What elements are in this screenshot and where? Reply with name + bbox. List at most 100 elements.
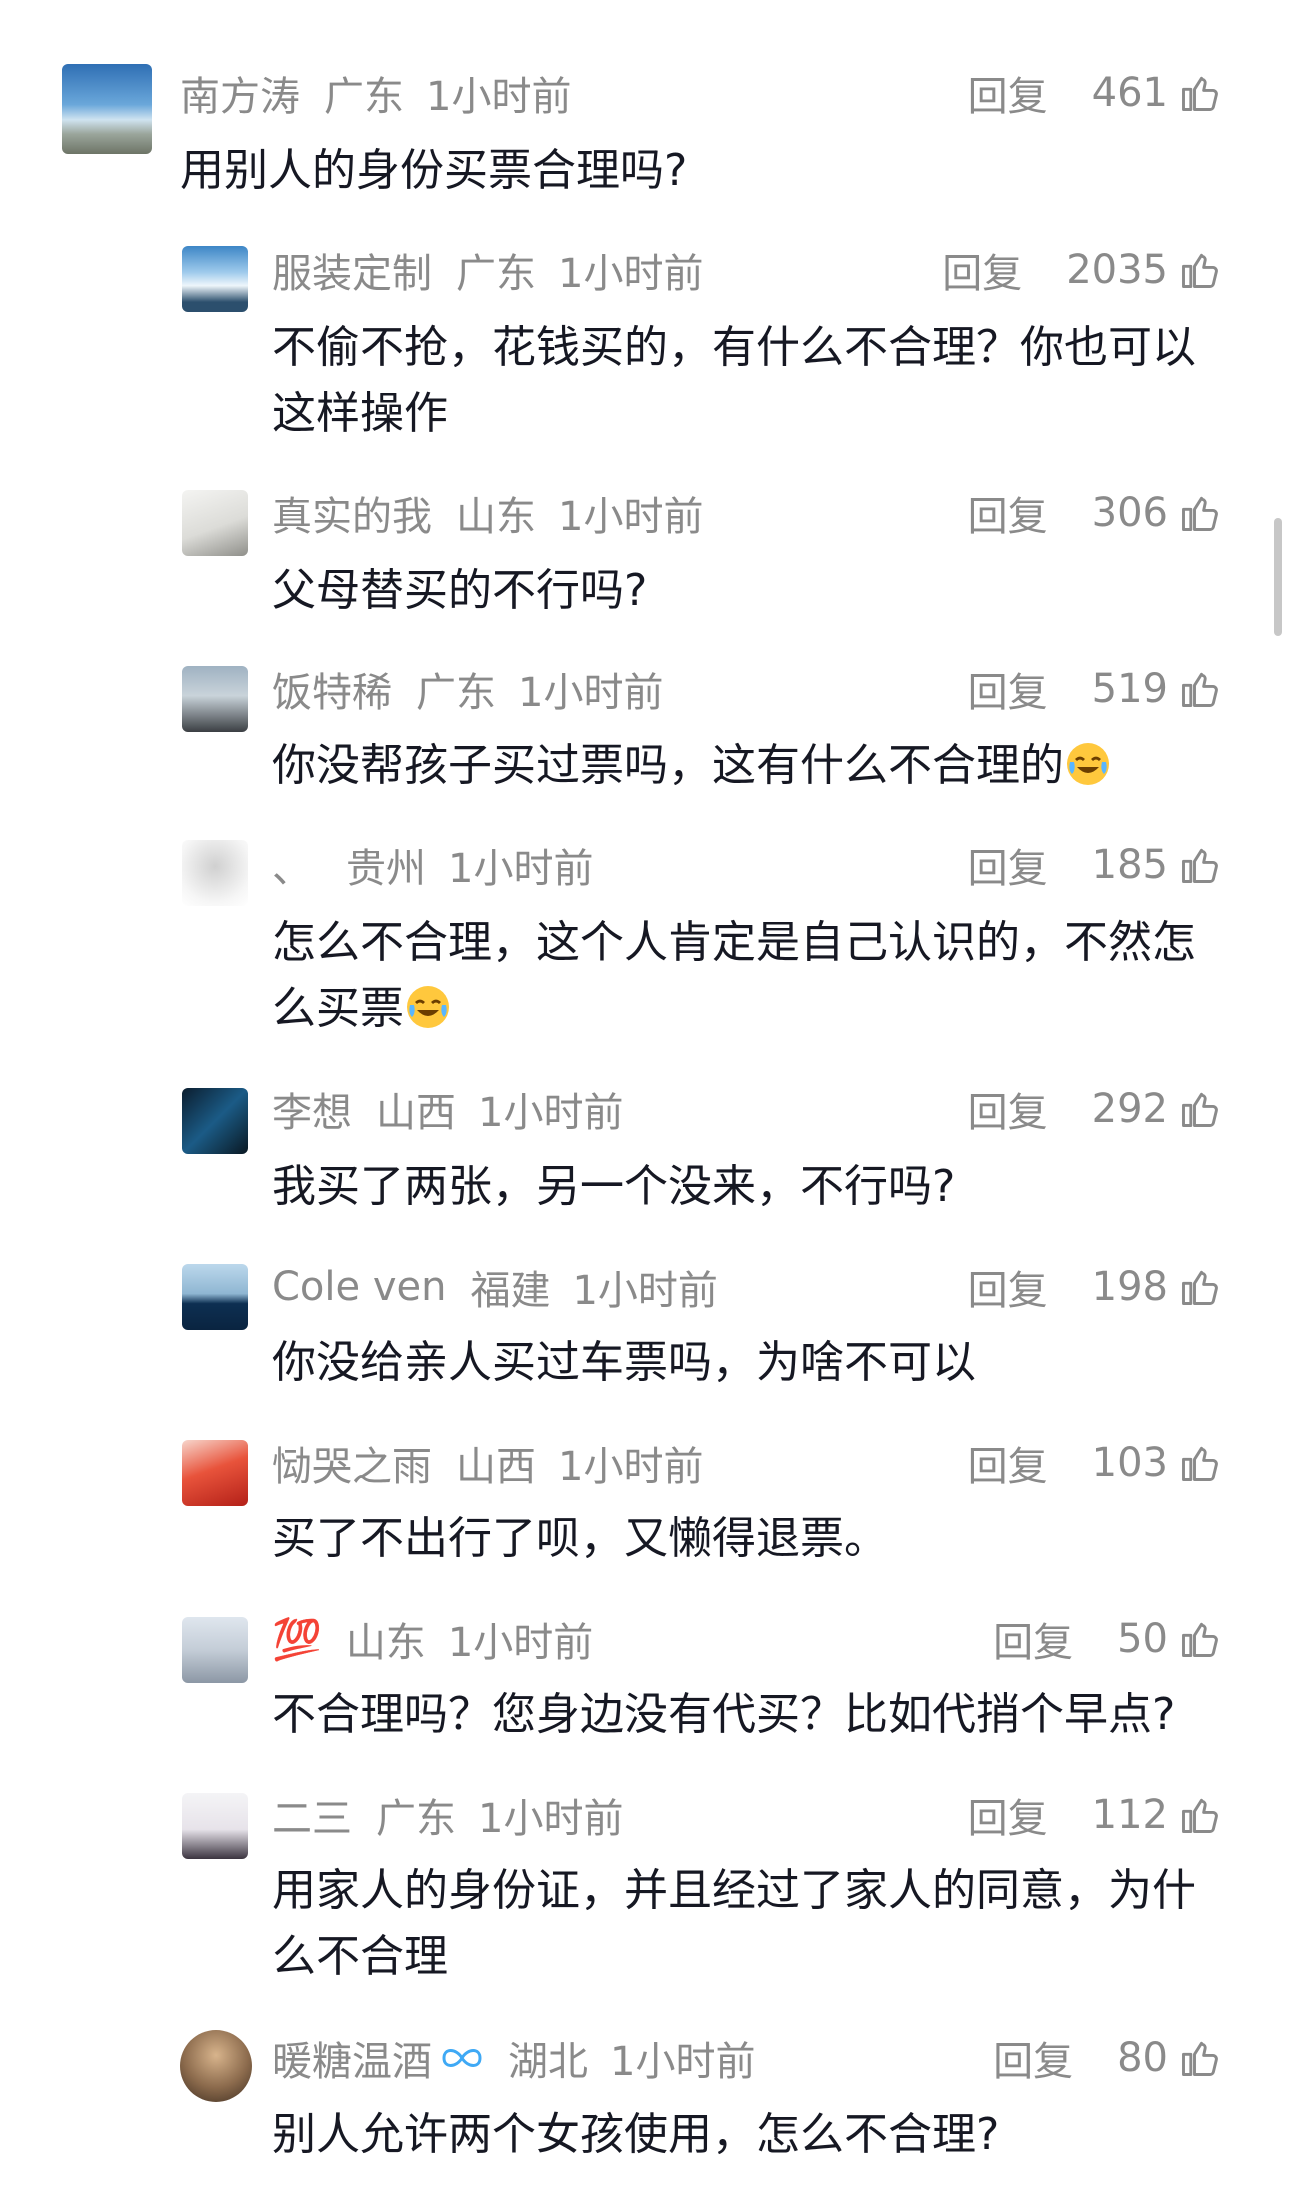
thumbs-up-icon[interactable] bbox=[1178, 491, 1222, 535]
avatar[interactable] bbox=[182, 666, 248, 732]
location: 山东 bbox=[345, 1620, 426, 1666]
comment-text-content: 父母替买的不行吗? bbox=[272, 565, 648, 616]
username[interactable]: 李想 bbox=[272, 1080, 352, 1138]
like-count: 306 bbox=[1091, 490, 1168, 536]
reply-button[interactable]: 回复 bbox=[968, 1434, 1048, 1492]
like-count: 461 bbox=[1091, 70, 1168, 116]
comment-text: 用家人的身份证，并且经过了家人的同意，为什么不合理 bbox=[272, 1858, 1222, 1990]
comment-text-content: 你没帮孩子买过票吗，这有什么不合理的 bbox=[272, 740, 1064, 791]
like-count: 2035 bbox=[1066, 247, 1168, 293]
comment-text: 不合理吗？您身边没有代买？比如代捎个早点? bbox=[272, 1682, 1232, 1748]
reply-button[interactable]: 回复 bbox=[968, 1786, 1048, 1844]
thumbs-up-icon[interactable] bbox=[1178, 248, 1222, 292]
comment-text: 别人允许两个女孩使用，怎么不合理? bbox=[272, 2102, 1232, 2168]
location: 广东 bbox=[376, 1796, 456, 1842]
avatar[interactable] bbox=[182, 1440, 248, 1506]
avatar[interactable] bbox=[182, 246, 248, 312]
timestamp: 1小时前 bbox=[558, 1444, 704, 1490]
like-count: 185 bbox=[1091, 842, 1168, 888]
location: 广东 bbox=[324, 74, 404, 120]
reply-button[interactable]: 回复 bbox=[968, 1080, 1048, 1138]
username[interactable]: 恸哭之雨 bbox=[272, 1434, 432, 1492]
timestamp: 1小时前 bbox=[518, 670, 664, 716]
avatar[interactable] bbox=[62, 64, 152, 154]
avatar[interactable] bbox=[180, 2030, 252, 2102]
thumbs-up-icon[interactable] bbox=[1178, 71, 1222, 115]
location: 山西 bbox=[376, 1090, 456, 1136]
thumbs-up-icon[interactable] bbox=[1178, 1617, 1222, 1661]
thumbs-up-icon[interactable] bbox=[1178, 2036, 1222, 2080]
location: 福建 bbox=[470, 1268, 551, 1314]
comment-text-content: 用家人的身份证，并且经过了家人的同意，为什么不合理 bbox=[272, 1865, 1196, 1982]
like-count: 198 bbox=[1091, 1264, 1168, 1310]
reply-button[interactable]: 回复 bbox=[968, 660, 1048, 718]
comment-text-content: 用别人的身份买票合理吗? bbox=[180, 145, 688, 196]
timestamp: 1小时前 bbox=[558, 251, 704, 297]
comment-text: 用别人的身份买票合理吗? bbox=[180, 138, 1140, 204]
reply-button[interactable]: 回复 bbox=[968, 64, 1048, 122]
username[interactable]: 💯 bbox=[272, 1616, 322, 1663]
timestamp: 1小时前 bbox=[610, 2039, 756, 2085]
comment-text: 父母替买的不行吗? bbox=[272, 558, 1232, 624]
username[interactable]: 二三 bbox=[272, 1786, 352, 1844]
location: 湖北 bbox=[508, 2039, 588, 2085]
thumbs-up-icon[interactable] bbox=[1178, 843, 1222, 887]
reply-button[interactable]: 回复 bbox=[993, 1610, 1073, 1668]
like-count: 103 bbox=[1091, 1440, 1168, 1486]
comment-text-content: 不合理吗？您身边没有代买？比如代捎个早点? bbox=[272, 1689, 1176, 1740]
timestamp: 1小时前 bbox=[558, 494, 704, 540]
like-count: 519 bbox=[1091, 666, 1168, 712]
timestamp: 1小时前 bbox=[447, 1620, 594, 1666]
location: 广东 bbox=[456, 251, 536, 297]
avatar[interactable] bbox=[182, 490, 248, 556]
reply-button[interactable]: 回复 bbox=[968, 484, 1048, 542]
timestamp: 1小时前 bbox=[426, 74, 572, 120]
infinity-badge-icon bbox=[440, 2043, 484, 2073]
reply-button[interactable]: 回复 bbox=[942, 241, 1022, 299]
timestamp: 1小时前 bbox=[448, 846, 594, 892]
comment-text: 买了不出行了呗，又懒得退票。 bbox=[272, 1506, 1232, 1572]
comment-text: 怎么不合理，这个人肯定是自己认识的，不然怎么买票 bbox=[272, 910, 1222, 1042]
avatar[interactable] bbox=[182, 1088, 248, 1154]
comment-text: 我买了两张，另一个没来，不行吗? bbox=[272, 1154, 1232, 1220]
like-count: 112 bbox=[1091, 1792, 1168, 1838]
username[interactable]: 饭特稀 bbox=[272, 660, 392, 718]
comment-text-content: 你没给亲人买过车票吗，为啥不可以 bbox=[272, 1337, 976, 1388]
location: 贵州 bbox=[346, 846, 426, 892]
timestamp: 1小时前 bbox=[478, 1796, 624, 1842]
laugh-cry-emoji bbox=[407, 986, 449, 1028]
reply-button[interactable]: 回复 bbox=[968, 836, 1048, 894]
username[interactable]: 真实的我 bbox=[272, 484, 432, 542]
username[interactable]: 暖糖温酒 bbox=[272, 2029, 432, 2087]
avatar[interactable] bbox=[182, 1793, 248, 1859]
username[interactable]: 南方涛 bbox=[180, 64, 300, 122]
username[interactable]: 、 bbox=[272, 836, 312, 894]
avatar[interactable] bbox=[182, 840, 248, 906]
scrollbar[interactable] bbox=[1274, 518, 1282, 636]
timestamp: 1小时前 bbox=[478, 1090, 624, 1136]
thumbs-up-icon[interactable] bbox=[1178, 1441, 1222, 1485]
like-count: 50 bbox=[1117, 1616, 1168, 1662]
avatar[interactable] bbox=[182, 1617, 248, 1683]
thumbs-up-icon[interactable] bbox=[1178, 1793, 1222, 1837]
thumbs-up-icon[interactable] bbox=[1178, 1087, 1222, 1131]
location: 广东 bbox=[416, 670, 496, 716]
laugh-cry-emoji bbox=[1067, 743, 1109, 785]
comment-text-content: 买了不出行了呗，又懒得退票。 bbox=[272, 1513, 888, 1564]
username[interactable]: 服装定制 bbox=[272, 241, 432, 299]
avatar[interactable] bbox=[182, 1264, 248, 1330]
comment-text-content: 别人允许两个女孩使用，怎么不合理? bbox=[272, 2109, 1000, 2160]
like-count: 80 bbox=[1117, 2035, 1168, 2081]
reply-button[interactable]: 回复 bbox=[968, 1258, 1048, 1316]
thumbs-up-icon[interactable] bbox=[1178, 1265, 1222, 1309]
comment-text-content: 我买了两张，另一个没来，不行吗? bbox=[272, 1161, 956, 1212]
comment-text: 你没帮孩子买过票吗，这有什么不合理的 bbox=[272, 733, 1232, 799]
comment-text-content: 不偷不抢，花钱买的，有什么不合理？你也可以这样操作 bbox=[272, 322, 1196, 439]
username[interactable]: Cole ven bbox=[272, 1264, 446, 1310]
location: 山东 bbox=[456, 494, 536, 540]
reply-button[interactable]: 回复 bbox=[993, 2029, 1073, 2087]
timestamp: 1小时前 bbox=[572, 1268, 718, 1314]
thumbs-up-icon[interactable] bbox=[1178, 667, 1222, 711]
location: 山西 bbox=[456, 1444, 536, 1490]
like-count: 292 bbox=[1091, 1086, 1168, 1132]
